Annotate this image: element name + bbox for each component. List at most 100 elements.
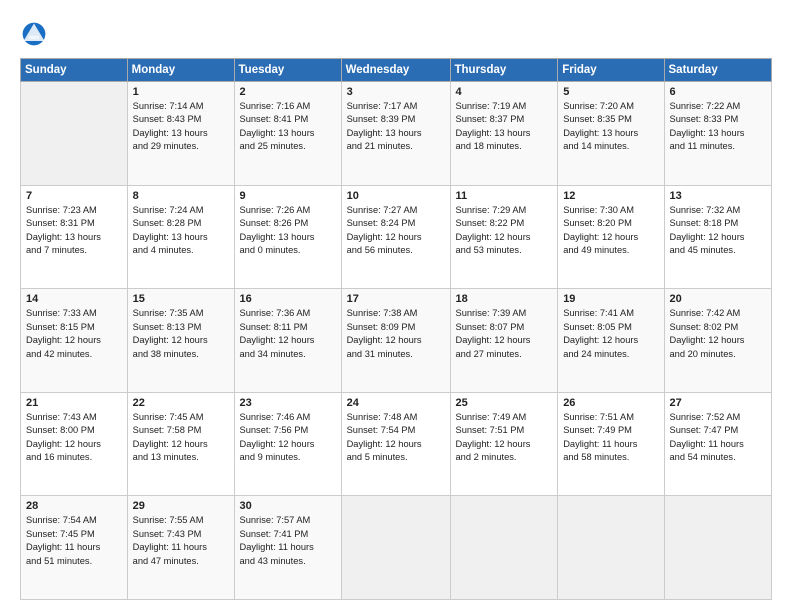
- day-number: 10: [347, 190, 445, 202]
- cell-info: Sunrise: 7:16 AMSunset: 8:41 PMDaylight:…: [240, 100, 336, 154]
- day-number: 8: [133, 190, 229, 202]
- calendar-cell: 19 Sunrise: 7:41 AMSunset: 8:05 PMDayligh…: [558, 289, 664, 393]
- calendar-cell: [664, 496, 772, 600]
- day-number: 14: [26, 293, 122, 305]
- cell-info: Sunrise: 7:33 AMSunset: 8:15 PMDaylight:…: [26, 307, 122, 361]
- calendar-cell: 30 Sunrise: 7:57 AMSunset: 7:41 PMDayligh…: [234, 496, 341, 600]
- day-number: 3: [347, 86, 445, 98]
- day-number: 9: [240, 190, 336, 202]
- day-number: 2: [240, 86, 336, 98]
- day-number: 30: [240, 500, 336, 512]
- day-number: 27: [670, 397, 767, 409]
- cell-info: Sunrise: 7:24 AMSunset: 8:28 PMDaylight:…: [133, 204, 229, 258]
- cell-info: Sunrise: 7:32 AMSunset: 8:18 PMDaylight:…: [670, 204, 767, 258]
- calendar-cell: 27 Sunrise: 7:52 AMSunset: 7:47 PMDayligh…: [664, 392, 772, 496]
- calendar-cell: 7 Sunrise: 7:23 AMSunset: 8:31 PMDaylight…: [21, 185, 128, 289]
- day-number: 28: [26, 500, 122, 512]
- calendar-cell: [558, 496, 664, 600]
- calendar-cell: 11 Sunrise: 7:29 AMSunset: 8:22 PMDayligh…: [450, 185, 558, 289]
- day-number: 6: [670, 86, 767, 98]
- week-row-5: 28 Sunrise: 7:54 AMSunset: 7:45 PMDayligh…: [21, 496, 772, 600]
- calendar-cell: [21, 82, 128, 186]
- cell-info: Sunrise: 7:35 AMSunset: 8:13 PMDaylight:…: [133, 307, 229, 361]
- week-row-2: 7 Sunrise: 7:23 AMSunset: 8:31 PMDaylight…: [21, 185, 772, 289]
- calendar-cell: 5 Sunrise: 7:20 AMSunset: 8:35 PMDaylight…: [558, 82, 664, 186]
- calendar-cell: 16 Sunrise: 7:36 AMSunset: 8:11 PMDayligh…: [234, 289, 341, 393]
- day-number: 4: [456, 86, 553, 98]
- cell-info: Sunrise: 7:36 AMSunset: 8:11 PMDaylight:…: [240, 307, 336, 361]
- cell-info: Sunrise: 7:48 AMSunset: 7:54 PMDaylight:…: [347, 411, 445, 465]
- day-number: 11: [456, 190, 553, 202]
- col-header-wednesday: Wednesday: [341, 59, 450, 82]
- calendar-cell: 6 Sunrise: 7:22 AMSunset: 8:33 PMDaylight…: [664, 82, 772, 186]
- calendar-cell: 13 Sunrise: 7:32 AMSunset: 8:18 PMDayligh…: [664, 185, 772, 289]
- day-number: 12: [563, 190, 658, 202]
- cell-info: Sunrise: 7:51 AMSunset: 7:49 PMDaylight:…: [563, 411, 658, 465]
- cell-info: Sunrise: 7:39 AMSunset: 8:07 PMDaylight:…: [456, 307, 553, 361]
- cell-info: Sunrise: 7:46 AMSunset: 7:56 PMDaylight:…: [240, 411, 336, 465]
- cell-info: Sunrise: 7:19 AMSunset: 8:37 PMDaylight:…: [456, 100, 553, 154]
- calendar-cell: 25 Sunrise: 7:49 AMSunset: 7:51 PMDayligh…: [450, 392, 558, 496]
- day-number: 18: [456, 293, 553, 305]
- col-header-sunday: Sunday: [21, 59, 128, 82]
- cell-info: Sunrise: 7:22 AMSunset: 8:33 PMDaylight:…: [670, 100, 767, 154]
- cell-info: Sunrise: 7:14 AMSunset: 8:43 PMDaylight:…: [133, 100, 229, 154]
- day-number: 21: [26, 397, 122, 409]
- day-number: 29: [133, 500, 229, 512]
- cell-info: Sunrise: 7:45 AMSunset: 7:58 PMDaylight:…: [133, 411, 229, 465]
- calendar-cell: 1 Sunrise: 7:14 AMSunset: 8:43 PMDaylight…: [127, 82, 234, 186]
- cell-info: Sunrise: 7:17 AMSunset: 8:39 PMDaylight:…: [347, 100, 445, 154]
- calendar-table: SundayMondayTuesdayWednesdayThursdayFrid…: [20, 58, 772, 600]
- col-header-thursday: Thursday: [450, 59, 558, 82]
- col-header-friday: Friday: [558, 59, 664, 82]
- calendar-cell: [341, 496, 450, 600]
- calendar-cell: 29Sunrise: 7:55 AMSunset: 7:43 PMDayligh…: [127, 496, 234, 600]
- cell-info: Sunrise: 7:20 AMSunset: 8:35 PMDaylight:…: [563, 100, 658, 154]
- calendar-cell: 3 Sunrise: 7:17 AMSunset: 8:39 PMDaylight…: [341, 82, 450, 186]
- calendar-cell: 17Sunrise: 7:38 AMSunset: 8:09 PMDayligh…: [341, 289, 450, 393]
- header: [20, 16, 772, 48]
- page: SundayMondayTuesdayWednesdayThursdayFrid…: [0, 0, 792, 612]
- col-header-monday: Monday: [127, 59, 234, 82]
- cell-info: Sunrise: 7:26 AMSunset: 8:26 PMDaylight:…: [240, 204, 336, 258]
- day-number: 25: [456, 397, 553, 409]
- col-header-saturday: Saturday: [664, 59, 772, 82]
- calendar-cell: 2 Sunrise: 7:16 AMSunset: 8:41 PMDaylight…: [234, 82, 341, 186]
- day-number: 19: [563, 293, 658, 305]
- col-header-tuesday: Tuesday: [234, 59, 341, 82]
- calendar-cell: 26 Sunrise: 7:51 AMSunset: 7:49 PMDayligh…: [558, 392, 664, 496]
- calendar-cell: 20 Sunrise: 7:42 AMSunset: 8:02 PMDayligh…: [664, 289, 772, 393]
- calendar-cell: 14 Sunrise: 7:33 AMSunset: 8:15 PMDayligh…: [21, 289, 128, 393]
- day-number: 1: [133, 86, 229, 98]
- calendar-cell: 10 Sunrise: 7:27 AMSunset: 8:24 PMDayligh…: [341, 185, 450, 289]
- day-number: 15: [133, 293, 229, 305]
- day-number: 7: [26, 190, 122, 202]
- cell-info: Sunrise: 7:41 AMSunset: 8:05 PMDaylight:…: [563, 307, 658, 361]
- calendar-cell: 22Sunrise: 7:45 AMSunset: 7:58 PMDayligh…: [127, 392, 234, 496]
- week-row-4: 21Sunrise: 7:43 AMSunset: 8:00 PMDayligh…: [21, 392, 772, 496]
- cell-info: Sunrise: 7:30 AMSunset: 8:20 PMDaylight:…: [563, 204, 658, 258]
- day-number: 20: [670, 293, 767, 305]
- day-number: 26: [563, 397, 658, 409]
- cell-info: Sunrise: 7:38 AMSunset: 8:09 PMDaylight:…: [347, 307, 445, 361]
- calendar-cell: 15 Sunrise: 7:35 AMSunset: 8:13 PMDayligh…: [127, 289, 234, 393]
- calendar-cell: 28 Sunrise: 7:54 AMSunset: 7:45 PMDayligh…: [21, 496, 128, 600]
- calendar-cell: 4 Sunrise: 7:19 AMSunset: 8:37 PMDaylight…: [450, 82, 558, 186]
- calendar-cell: 8 Sunrise: 7:24 AMSunset: 8:28 PMDaylight…: [127, 185, 234, 289]
- day-number: 5: [563, 86, 658, 98]
- cell-info: Sunrise: 7:27 AMSunset: 8:24 PMDaylight:…: [347, 204, 445, 258]
- cell-info: Sunrise: 7:54 AMSunset: 7:45 PMDaylight:…: [26, 514, 122, 568]
- cell-info: Sunrise: 7:23 AMSunset: 8:31 PMDaylight:…: [26, 204, 122, 258]
- calendar-cell: 18 Sunrise: 7:39 AMSunset: 8:07 PMDayligh…: [450, 289, 558, 393]
- cell-info: Sunrise: 7:42 AMSunset: 8:02 PMDaylight:…: [670, 307, 767, 361]
- calendar-cell: 24 Sunrise: 7:48 AMSunset: 7:54 PMDayligh…: [341, 392, 450, 496]
- day-number: 24: [347, 397, 445, 409]
- cell-info: Sunrise: 7:49 AMSunset: 7:51 PMDaylight:…: [456, 411, 553, 465]
- cell-info: Sunrise: 7:57 AMSunset: 7:41 PMDaylight:…: [240, 514, 336, 568]
- calendar-cell: 23Sunrise: 7:46 AMSunset: 7:56 PMDayligh…: [234, 392, 341, 496]
- day-number: 13: [670, 190, 767, 202]
- cell-info: Sunrise: 7:29 AMSunset: 8:22 PMDaylight:…: [456, 204, 553, 258]
- calendar-cell: [450, 496, 558, 600]
- day-number: 16: [240, 293, 336, 305]
- cell-info: Sunrise: 7:52 AMSunset: 7:47 PMDaylight:…: [670, 411, 767, 465]
